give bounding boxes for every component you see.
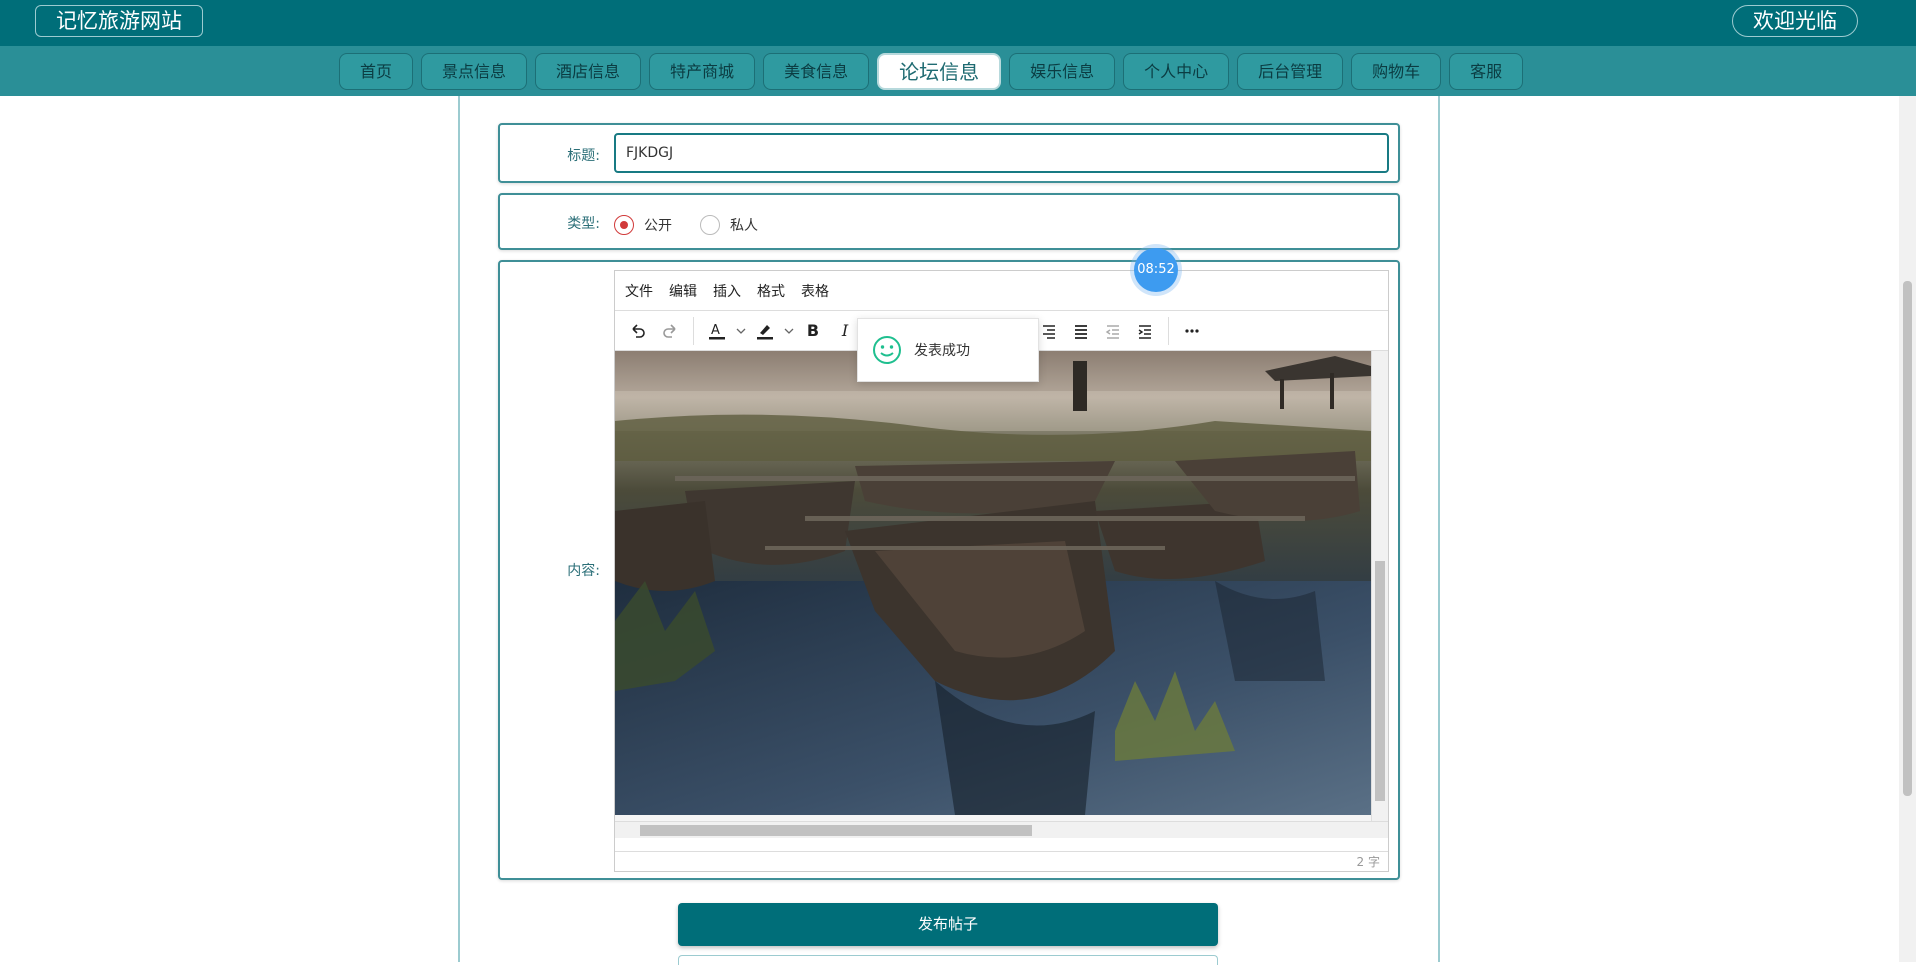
radio-public-label[interactable]: 公开	[644, 215, 672, 235]
title-label: 标题:	[567, 148, 600, 164]
welcome-badge: 欢迎光临	[1732, 5, 1858, 37]
menu-file[interactable]: 文件	[625, 281, 653, 301]
page-scroll-thumb[interactable]	[1903, 281, 1912, 796]
svg-text:A: A	[711, 323, 720, 338]
editor-horizontal-scroll-thumb[interactable]	[640, 825, 1032, 836]
publish-post-button[interactable]: 发布帖子	[678, 903, 1218, 946]
more-icon[interactable]	[1177, 316, 1207, 346]
editor-content-area[interactable]	[615, 351, 1388, 821]
bold-icon[interactable]: B	[798, 316, 828, 346]
nav-item-entertainment[interactable]: 娱乐信息	[1009, 53, 1116, 90]
indent-icon[interactable]	[1130, 316, 1160, 346]
nav-item-cart[interactable]: 购物车	[1351, 53, 1442, 90]
nav-item-personal-center[interactable]: 个人中心	[1123, 53, 1230, 90]
type-row: 类型: 公开 私人	[498, 193, 1400, 250]
floating-timer[interactable]: 08:52	[1134, 248, 1178, 292]
highlight-dropdown-icon[interactable]	[782, 316, 796, 346]
nav-item-customer-service[interactable]: 客服	[1449, 53, 1524, 90]
editor-horizontal-scrollbar[interactable]	[615, 821, 1388, 838]
nav-item-food[interactable]: 美食信息	[763, 53, 870, 90]
nav-item-forum[interactable]: 论坛信息	[877, 53, 1002, 90]
title-input[interactable]: FJKDGJ	[614, 133, 1389, 173]
radio-private-label[interactable]: 私人	[730, 215, 758, 235]
toast-message: 发表成功	[914, 343, 970, 359]
lake-boats-photo	[615, 351, 1371, 815]
highlight-icon[interactable]	[750, 316, 780, 346]
radio-public[interactable]	[614, 215, 634, 235]
title-row: 标题: FJKDGJ	[498, 123, 1400, 183]
menu-format[interactable]: 格式	[757, 281, 785, 301]
nav-item-admin[interactable]: 后台管理	[1237, 53, 1344, 90]
nav-item-attractions[interactable]: 景点信息	[421, 53, 528, 90]
editor-vertical-scrollbar[interactable]	[1371, 351, 1388, 821]
site-brand[interactable]: 记忆旅游网站	[35, 5, 203, 37]
toolbar-divider	[693, 316, 694, 345]
word-count: 2 字	[1356, 855, 1380, 869]
page-scrollbar[interactable]	[1899, 96, 1916, 962]
smile-icon	[873, 336, 901, 364]
content-label: 内容:	[567, 563, 600, 579]
undo-icon[interactable]	[623, 316, 653, 346]
outdent-icon[interactable]	[1098, 316, 1128, 346]
menu-edit[interactable]: 编辑	[669, 281, 697, 301]
redo-icon[interactable]	[655, 316, 685, 346]
type-label: 类型:	[567, 216, 600, 232]
editor-vertical-scroll-thumb[interactable]	[1375, 561, 1385, 801]
nav-item-hotels[interactable]: 酒店信息	[535, 53, 642, 90]
nav-bar: 首页 景点信息 酒店信息 特产商城 美食信息 论坛信息 娱乐信息 个人中心 后台…	[0, 46, 1916, 96]
nav-menu: 首页 景点信息 酒店信息 特产商城 美食信息 论坛信息 娱乐信息 个人中心 后台…	[339, 53, 1524, 90]
editor-statusbar: 2 字	[615, 851, 1388, 871]
secondary-button-partial[interactable]	[678, 955, 1218, 965]
justify-icon[interactable]	[1066, 316, 1096, 346]
font-color-icon[interactable]: A	[702, 316, 732, 346]
italic-icon[interactable]: I	[830, 316, 860, 346]
menu-insert[interactable]: 插入	[713, 281, 741, 301]
editor-menubar: 文件 编辑 插入 格式 表格	[615, 271, 1388, 311]
toolbar-divider	[1168, 316, 1169, 345]
radio-private[interactable]	[700, 215, 720, 235]
top-header: 记忆旅游网站 欢迎光临	[0, 0, 1916, 46]
nav-item-home[interactable]: 首页	[339, 53, 414, 90]
font-color-dropdown-icon[interactable]	[734, 316, 748, 346]
menu-table[interactable]: 表格	[801, 281, 829, 301]
nav-item-specialty-mall[interactable]: 特产商城	[649, 53, 756, 90]
success-toast: 发表成功	[857, 318, 1039, 382]
type-radio-group: 公开 私人	[614, 215, 776, 235]
main-panel: 标题: FJKDGJ 类型: 公开 私人 内容: 文件 编辑 插入 格式 表格	[458, 96, 1440, 962]
